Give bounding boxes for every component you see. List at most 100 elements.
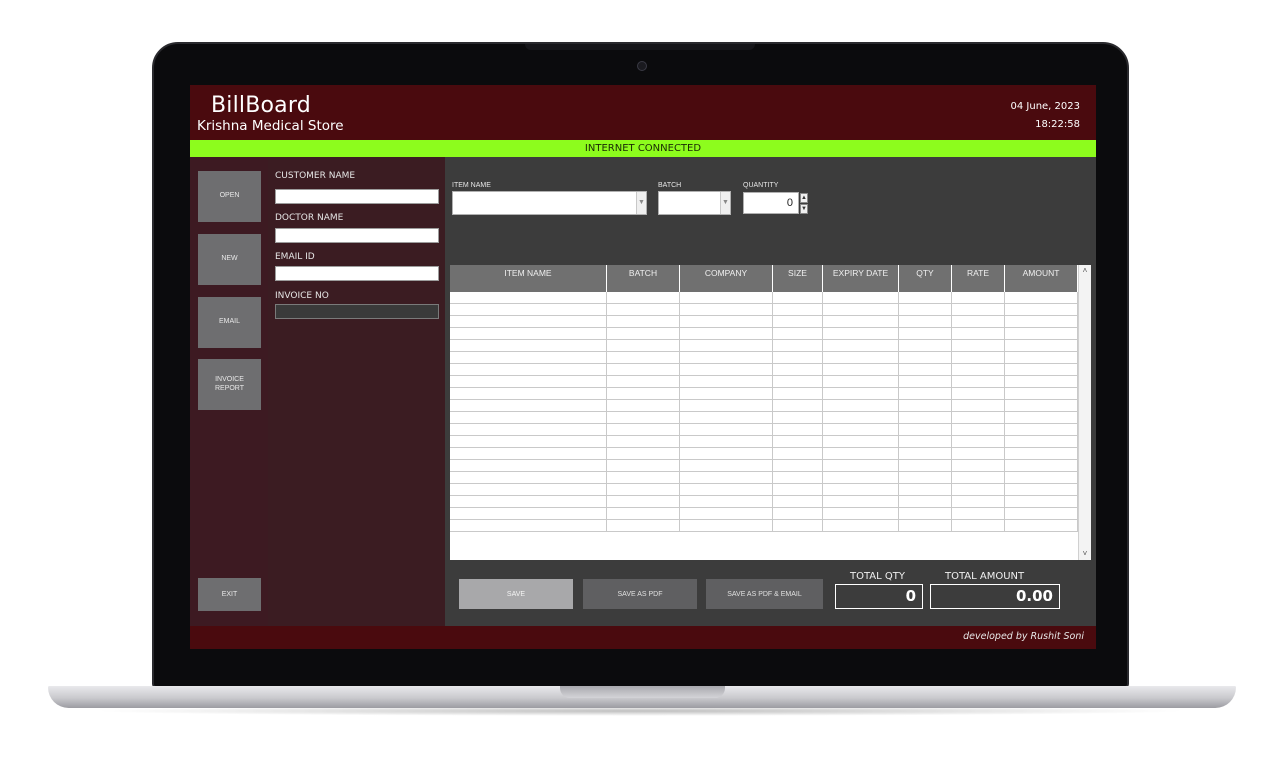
table-cell[interactable]	[773, 460, 823, 472]
table-cell[interactable]	[952, 496, 1005, 508]
table-cell[interactable]	[773, 304, 823, 316]
table-cell[interactable]	[899, 388, 952, 400]
table-cell[interactable]	[607, 520, 680, 532]
table-cell[interactable]	[899, 436, 952, 448]
table-cell[interactable]	[1005, 448, 1078, 460]
table-cell[interactable]	[1005, 292, 1078, 304]
item-name-combo[interactable]: ▼	[452, 191, 647, 215]
table-cell[interactable]	[773, 424, 823, 436]
table-cell[interactable]	[607, 448, 680, 460]
table-cell[interactable]	[899, 400, 952, 412]
table-cell[interactable]	[680, 316, 773, 328]
table-cell[interactable]	[680, 304, 773, 316]
table-cell[interactable]	[952, 460, 1005, 472]
table-cell[interactable]	[952, 448, 1005, 460]
table-cell[interactable]	[823, 520, 899, 532]
table-cell[interactable]	[1005, 364, 1078, 376]
table-cell[interactable]	[450, 340, 607, 352]
email-button[interactable]: EMAIL	[198, 297, 261, 348]
table-cell[interactable]	[607, 424, 680, 436]
table-cell[interactable]	[773, 472, 823, 484]
table-cell[interactable]	[607, 472, 680, 484]
table-cell[interactable]	[952, 352, 1005, 364]
table-cell[interactable]	[952, 304, 1005, 316]
table-cell[interactable]	[1005, 412, 1078, 424]
scroll-up-icon[interactable]: ˄	[1079, 265, 1091, 277]
table-cell[interactable]	[607, 460, 680, 472]
table-cell[interactable]	[607, 340, 680, 352]
table-cell[interactable]	[450, 508, 607, 520]
table-cell[interactable]	[952, 376, 1005, 388]
table-cell[interactable]	[773, 376, 823, 388]
table-cell[interactable]	[952, 316, 1005, 328]
table-cell[interactable]	[450, 496, 607, 508]
table-cell[interactable]	[773, 364, 823, 376]
table-cell[interactable]	[952, 484, 1005, 496]
table-cell[interactable]	[1005, 328, 1078, 340]
table-cell[interactable]	[899, 292, 952, 304]
table-cell[interactable]	[680, 520, 773, 532]
table-cell[interactable]	[1005, 484, 1078, 496]
table-cell[interactable]	[899, 472, 952, 484]
table-cell[interactable]	[450, 328, 607, 340]
table-cell[interactable]	[823, 376, 899, 388]
table-cell[interactable]	[607, 484, 680, 496]
table-cell[interactable]	[823, 460, 899, 472]
table-cell[interactable]	[1005, 352, 1078, 364]
table-cell[interactable]	[952, 340, 1005, 352]
table-cell[interactable]	[823, 388, 899, 400]
table-cell[interactable]	[952, 388, 1005, 400]
table-cell[interactable]	[823, 340, 899, 352]
table-cell[interactable]	[773, 436, 823, 448]
table-cell[interactable]	[680, 436, 773, 448]
table-cell[interactable]	[450, 424, 607, 436]
table-row[interactable]	[450, 388, 1078, 400]
table-cell[interactable]	[823, 472, 899, 484]
save-as-pdf-button[interactable]: SAVE AS PDF	[583, 579, 697, 609]
table-row[interactable]	[450, 364, 1078, 376]
table-cell[interactable]	[1005, 400, 1078, 412]
table-cell[interactable]	[1005, 520, 1078, 532]
table-cell[interactable]	[450, 292, 607, 304]
table-cell[interactable]	[1005, 460, 1078, 472]
email-id-field[interactable]	[275, 266, 439, 281]
table-cell[interactable]	[450, 400, 607, 412]
table-row[interactable]	[450, 352, 1078, 364]
table-cell[interactable]	[680, 424, 773, 436]
table-cell[interactable]	[680, 352, 773, 364]
chevron-down-icon[interactable]: ▼	[636, 192, 646, 214]
table-cell[interactable]	[450, 484, 607, 496]
table-cell[interactable]	[773, 400, 823, 412]
table-cell[interactable]	[1005, 376, 1078, 388]
table-cell[interactable]	[952, 436, 1005, 448]
table-cell[interactable]	[773, 340, 823, 352]
table-cell[interactable]	[773, 328, 823, 340]
table-cell[interactable]	[1005, 340, 1078, 352]
table-cell[interactable]	[773, 496, 823, 508]
table-cell[interactable]	[450, 472, 607, 484]
table-cell[interactable]	[773, 520, 823, 532]
table-cell[interactable]	[607, 352, 680, 364]
table-cell[interactable]	[823, 304, 899, 316]
table-cell[interactable]	[680, 376, 773, 388]
table-cell[interactable]	[607, 388, 680, 400]
table-cell[interactable]	[823, 364, 899, 376]
table-row[interactable]	[450, 424, 1078, 436]
table-cell[interactable]	[823, 352, 899, 364]
table-cell[interactable]	[899, 448, 952, 460]
column-header[interactable]: EXPIRY DATE	[823, 265, 899, 292]
table-cell[interactable]	[450, 352, 607, 364]
table-row[interactable]	[450, 400, 1078, 412]
table-row[interactable]	[450, 328, 1078, 340]
table-row[interactable]	[450, 316, 1078, 328]
quantity-stepper[interactable]: 0	[743, 192, 799, 214]
arrow-down-icon[interactable]: ▼	[800, 204, 808, 214]
table-cell[interactable]	[899, 520, 952, 532]
open-button[interactable]: OPEN	[198, 171, 261, 222]
table-cell[interactable]	[952, 424, 1005, 436]
table-cell[interactable]	[899, 460, 952, 472]
column-header[interactable]: COMPANY	[680, 265, 773, 292]
table-cell[interactable]	[899, 412, 952, 424]
table-cell[interactable]	[1005, 508, 1078, 520]
table-row[interactable]	[450, 472, 1078, 484]
